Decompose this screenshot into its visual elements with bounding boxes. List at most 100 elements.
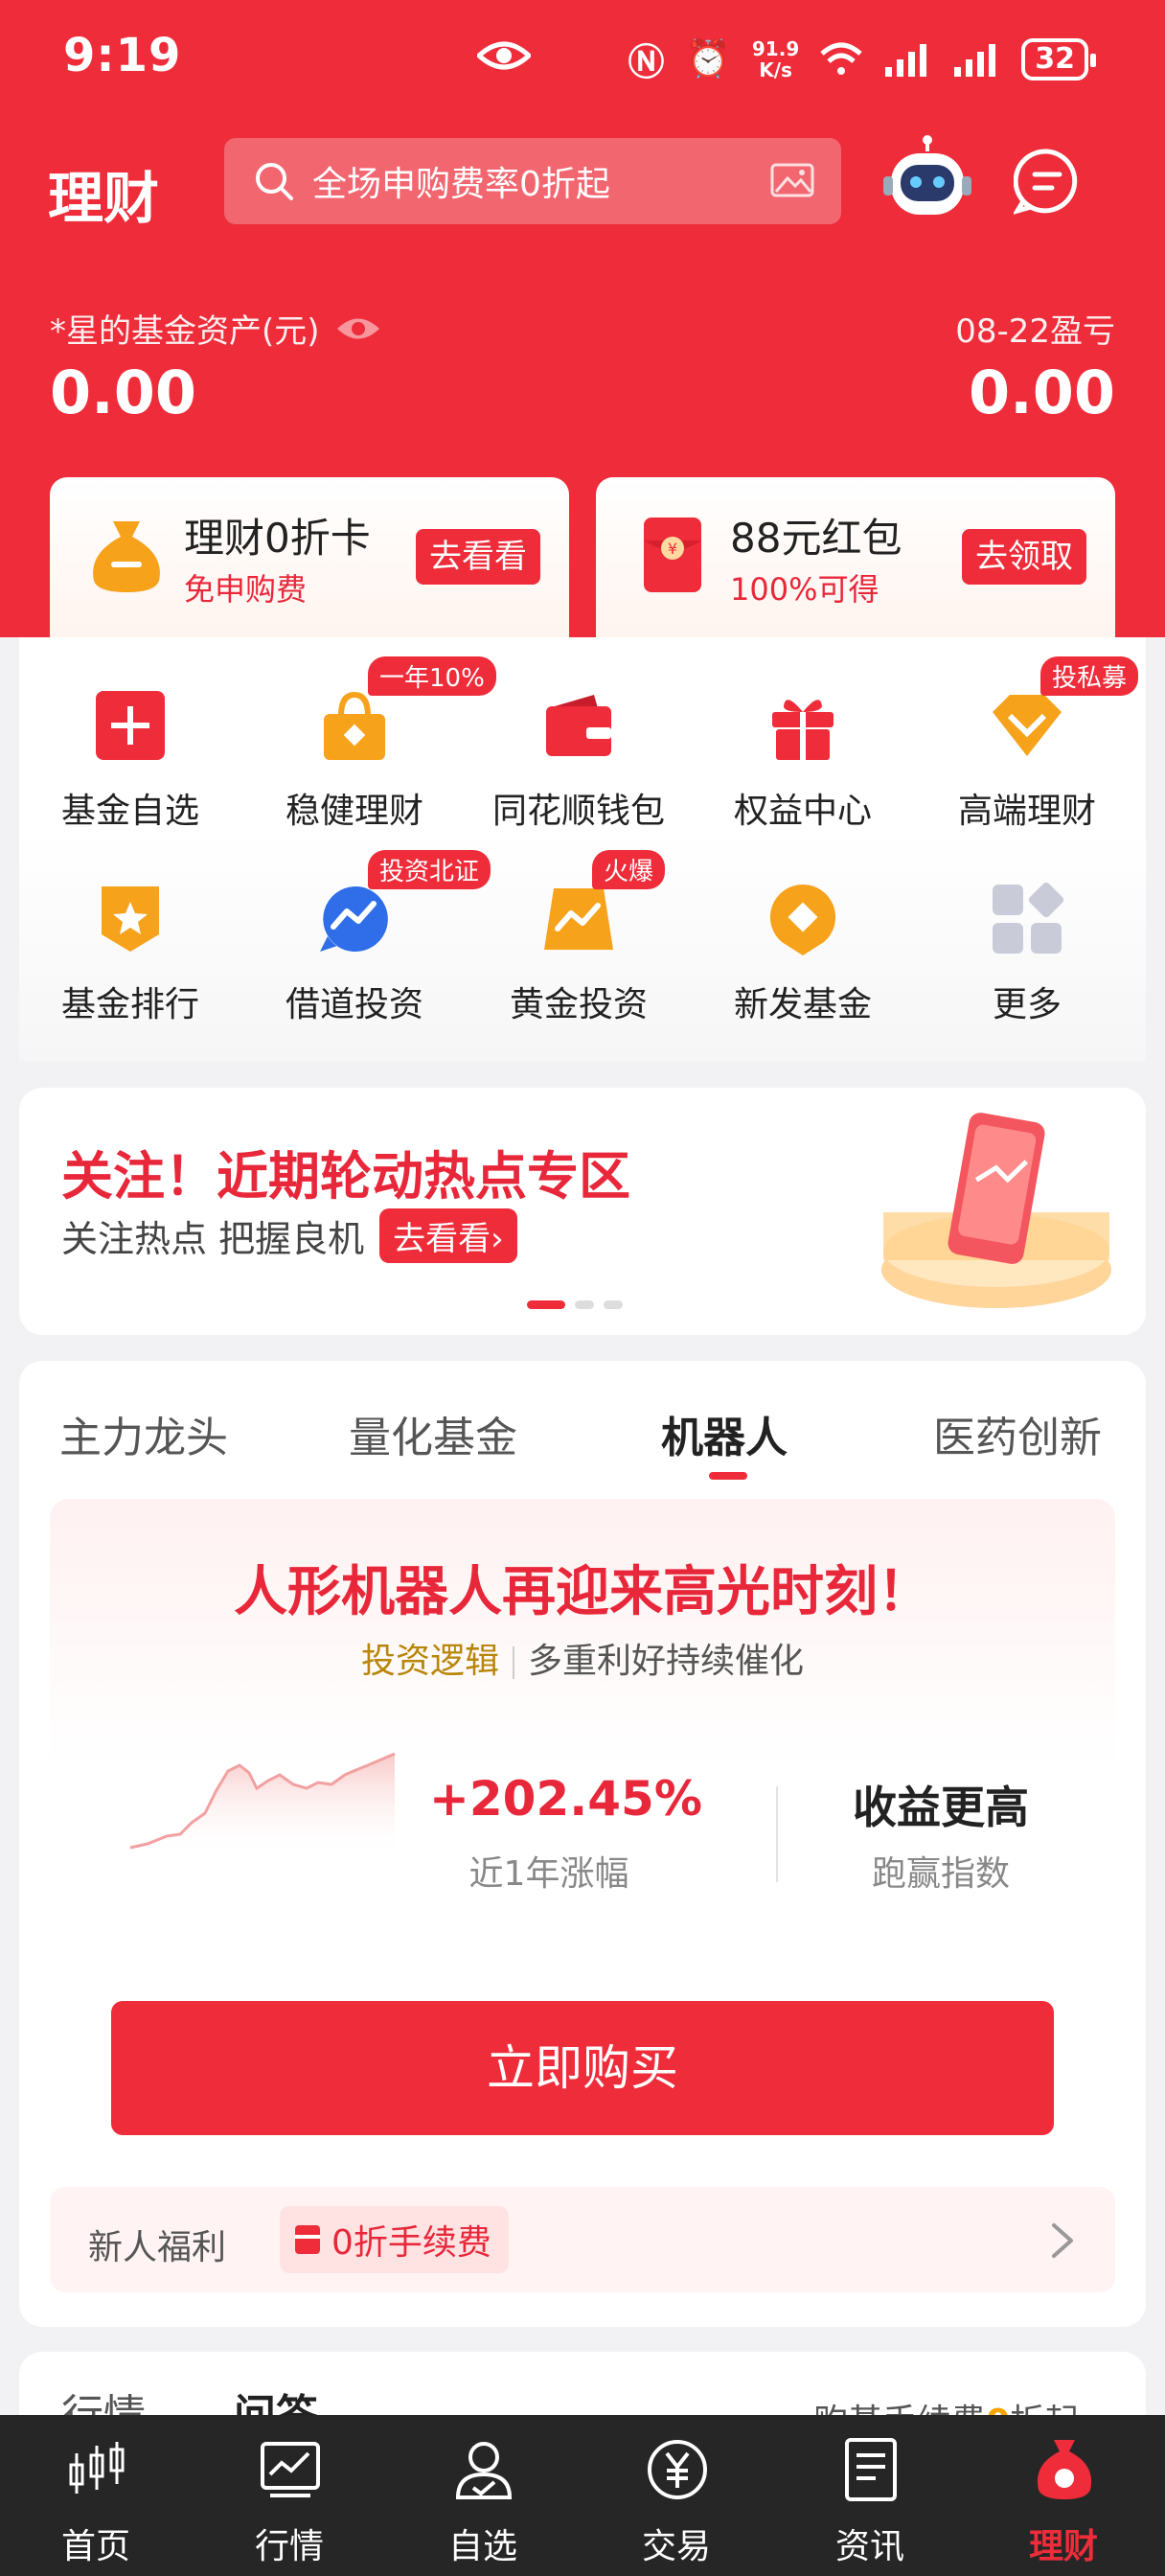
grid-label: 同花顺钱包 [491,792,665,831]
perk-label: 新人福利 [88,2228,227,2267]
more-grid-icon [993,882,1064,954]
tabbar-watchlist[interactable]: 自选 [387,2415,579,2576]
grid-item-fund-ranking[interactable]: 基金排行 [19,831,241,1024]
promo-subtitle: 100%可得 [730,571,879,608]
message-icon[interactable] [1014,148,1081,215]
promo-title: 88元红包 [730,515,902,562]
logic-key: 投资逻辑 [360,1642,499,1681]
perk-tag-text: 0折手续费 [331,2223,491,2263]
tab-main-leaders[interactable]: 主力龙头 [59,1403,228,1464]
document-icon [845,2438,897,2501]
promo-button[interactable]: 去领取 [962,529,1086,585]
promo-card-zero-fee[interactable]: 理财0折卡 免申购费 去看看 [50,477,569,640]
gift-icon [772,700,834,760]
tabbar-finance[interactable]: 理财 [968,2415,1159,2576]
asset-value: 0.00 [50,357,196,427]
grid-item-fund-watchlist[interactable]: 基金自选 [19,637,241,831]
chevron-right-icon [1052,2223,1073,2258]
promo-card-red-packet[interactable]: ¥ 88元红包 100%可得 去领取 [596,477,1115,640]
svg-text:¥: ¥ [668,540,677,558]
perk-tag: 0折手续费 [280,2206,509,2273]
grid-item-steady-finance[interactable]: 一年10% 稳健理财 [243,637,496,831]
net-speed-unit: K/s [759,58,792,81]
banner-subtitle: 关注热点 把握良机 [61,1218,365,1260]
tabbar-market[interactable]: 行情 [194,2415,385,2576]
topic-card: 主力龙头 量化基金 机器人 医药创新 人形机器人再迎来高光时刻！ 投资逻辑 多重利… [19,1361,1146,2327]
signal-icon-2 [954,43,996,77]
return-value: +202.45% [429,1771,702,1827]
eye-toggle-icon[interactable] [335,312,381,345]
grid-item-more[interactable]: 更多 [916,831,1138,1024]
hot-topic-banner[interactable]: 关注！近期轮动热点专区 关注热点 把握良机 去看看› [19,1088,1146,1335]
pitch-headline: 人形机器人再迎来高光时刻！ [234,1561,931,1623]
banner-title: 关注！近期轮动热点专区 [61,1146,630,1207]
advantage-label: 跑赢指数 [871,1854,1010,1894]
new-fund-icon [769,884,836,955]
status-icons: Ⓝ ⏰ 91.9 K/s 32 [628,33,1096,85]
net-speed: 91.9 K/s [752,38,799,80]
signal-icon [885,43,927,77]
grid-label: 基金排行 [60,985,199,1024]
grid-item-wallet[interactable]: 同花顺钱包 [468,637,690,831]
alarm-icon: ⏰ [685,37,731,80]
banner-button[interactable]: 去看看› [379,1208,517,1263]
grid-item-benefits-center[interactable]: 权益中心 [692,637,914,831]
robot-assistant-icon[interactable] [881,134,973,226]
active-tab-indicator [709,1472,747,1480]
return-sparkline [129,1752,396,1857]
eye-icon [477,41,531,70]
tabbar-news[interactable]: 资讯 [774,2415,966,2576]
tab-quant-funds[interactable]: 量化基金 [349,1403,517,1464]
search-placeholder: 全场申购费率0折起 [312,165,610,204]
daily-pnl[interactable]: 08-22盈亏 0.00 [955,305,1115,427]
phone-illustration-icon [881,1113,1111,1308]
promo-subtitle: 免申购费 [184,571,308,608]
grid-badge: 投私募 [1040,656,1139,696]
wifi-icon [820,42,862,75]
carousel-dots [527,1300,623,1309]
grid-label: 更多 [992,985,1062,1024]
diamond-icon [993,695,1062,756]
gold-trend-icon [544,888,613,950]
pitch-logic: 投资逻辑 多重利好持续催化 [50,1633,1115,1683]
grid-item-new-funds[interactable]: 新发基金 [692,831,914,1024]
money-bag-icon [1037,2440,1092,2499]
buy-now-button[interactable]: 立即购买 [111,2001,1054,2135]
grid-label: 借道投资 [285,985,423,1024]
grid-item-premium-finance[interactable]: 投私募 高端理财 [916,637,1139,831]
lock-bag-icon [324,691,385,760]
grid-label: 黄金投资 [509,985,648,1024]
grid-label: 基金自选 [60,792,199,831]
grid-item-gold-invest[interactable]: 火爆 黄金投资 [468,831,690,1024]
yen-circle-icon [648,2440,707,2499]
trend-bubble-icon [320,886,388,952]
grid-badge: 火爆 [592,850,666,889]
star-shield-icon [102,886,159,952]
grid-item-channel-invest[interactable]: 投资北证 借道投资 [243,831,491,1024]
tab-robots[interactable]: 机器人 [661,1403,788,1464]
search-input[interactable]: 全场申购费率0折起 [224,138,841,224]
bottom-tab-bar: 首页 行情 自选 交易 资讯 理财 [0,2415,1165,2576]
promo-button[interactable]: 去看看 [416,529,540,585]
tabbar-trade[interactable]: 交易 [581,2415,772,2576]
advantage-title: 收益更高 [853,1782,1029,1833]
page-title: 理财 [48,166,160,231]
return-label: 近1年涨幅 [468,1854,629,1894]
newbie-perk-row[interactable]: 新人福利 0折手续费 [50,2187,1115,2292]
divider [776,1786,778,1882]
tab-pharma-innovation[interactable]: 医药创新 [933,1403,1102,1464]
tabbar-label: 理财 [1028,2527,1098,2566]
logic-text: 多重利好持续催化 [528,1642,805,1681]
tabbar-home[interactable]: 首页 [0,2415,192,2576]
pnl-label: 08-22盈亏 [955,312,1115,351]
coupon-icon [295,2225,320,2254]
image-search-icon[interactable] [770,163,814,197]
tabbar-label: 资讯 [834,2527,904,2566]
search-icon [256,163,293,200]
status-bar: 9:19 Ⓝ ⏰ 91.9 K/s 32 [0,0,1165,115]
tabbar-label: 交易 [641,2527,711,2566]
tabbar-label: 行情 [254,2527,324,2566]
banner-subtitle-row: 关注热点 把握良机 去看看› [61,1208,517,1263]
nfc-icon: Ⓝ [628,41,665,83]
tabbar-label: 首页 [60,2527,130,2566]
